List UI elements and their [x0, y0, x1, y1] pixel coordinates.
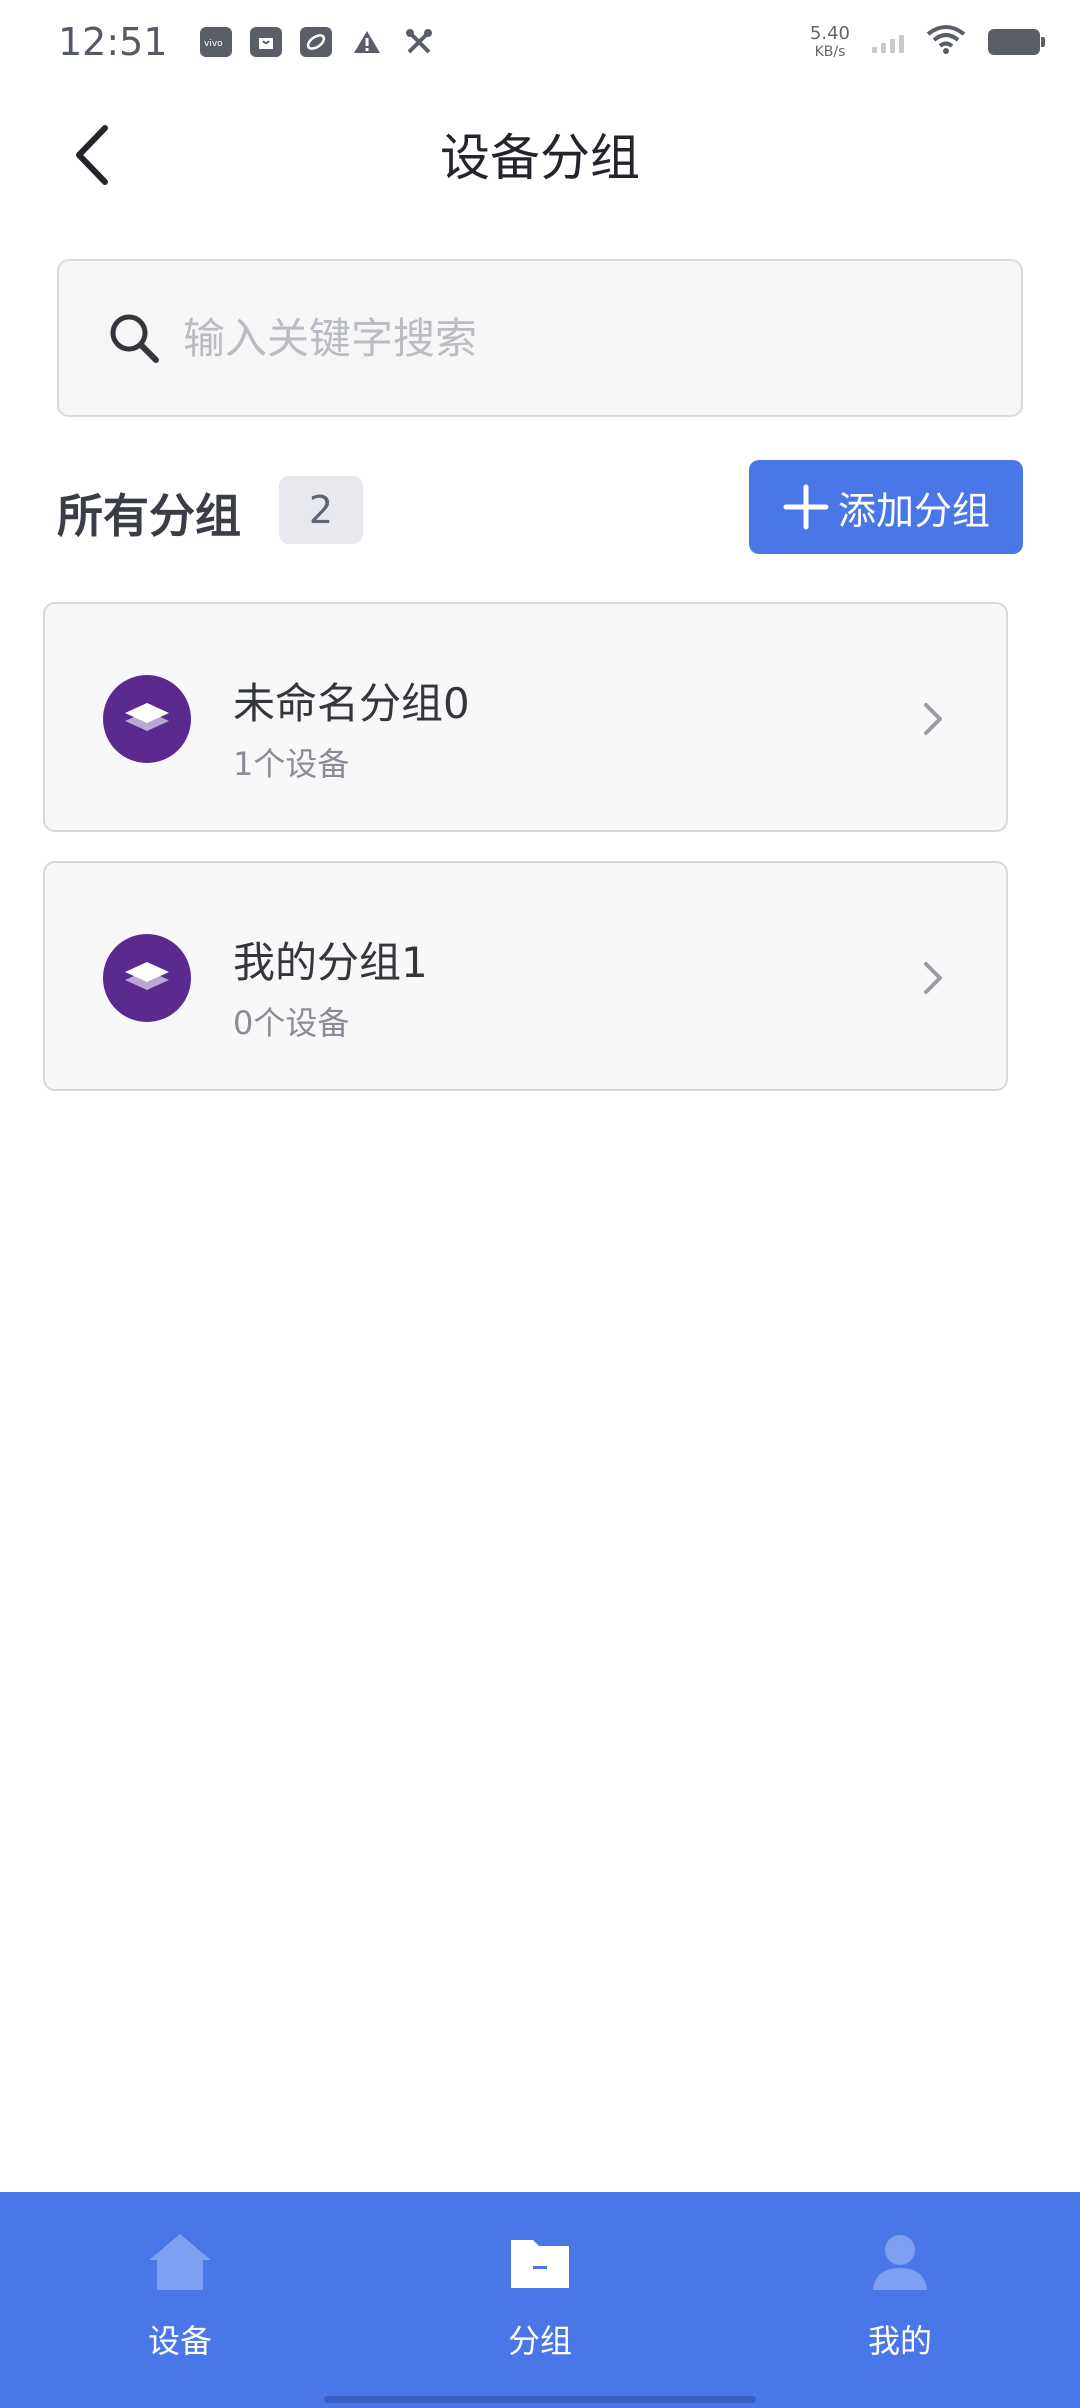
home-icon [149, 2234, 211, 2290]
sync-icon [299, 27, 332, 57]
chevron-right-icon [924, 703, 942, 735]
group-card[interactable]: 未命名分组0 1个设备 [43, 602, 1008, 832]
wifi-icon [926, 24, 966, 60]
status-bar: 12:51 vivo 5.40 KB/s [0, 0, 1080, 84]
plus-icon [783, 484, 829, 530]
group-card[interactable]: 我的分组1 0个设备 [43, 861, 1008, 1091]
nav-item-groups[interactable]: 分组 [360, 2192, 720, 2408]
vivo-icon: vivo [199, 27, 232, 57]
folder-icon [511, 2240, 569, 2288]
groups-section-title: 所有分组 [57, 489, 241, 543]
network-speed-value: 5.40 [809, 23, 850, 44]
nav-label: 我的 [867, 2322, 932, 2360]
search-input[interactable] [183, 313, 963, 363]
tools-icon [402, 27, 436, 57]
home-indicator[interactable] [324, 2396, 756, 2403]
user-icon [873, 2235, 927, 2290]
chevron-right-icon [924, 962, 942, 994]
groups-section-header: 所有分组 2 添加分组 [57, 460, 1023, 554]
group-device-count: 1个设备 [233, 745, 350, 783]
group-name: 我的分组1 [233, 938, 428, 987]
group-device-count: 0个设备 [233, 1004, 350, 1042]
svg-text:vivo: vivo [204, 39, 223, 48]
status-left: 12:51 vivo [58, 20, 436, 64]
group-name: 未命名分组0 [233, 679, 470, 728]
add-group-button[interactable]: 添加分组 [749, 460, 1023, 554]
warning-icon [350, 27, 384, 57]
nav-label: 分组 [507, 2322, 572, 2360]
signal-icon [872, 31, 904, 53]
search-icon [110, 314, 159, 363]
nav-item-profile[interactable]: 我的 [720, 2192, 1080, 2408]
status-right: 5.40 KB/s [809, 23, 1045, 60]
nav-item-devices[interactable]: 设备 [0, 2192, 360, 2408]
app-header: 设备分组 [0, 100, 1080, 210]
bag-icon [249, 27, 282, 57]
search-box[interactable] [57, 259, 1023, 417]
bottom-nav: 设备 分组 我的 [0, 2192, 1080, 2408]
add-group-label: 添加分组 [837, 488, 990, 533]
page-title: 设备分组 [440, 129, 640, 187]
app-screen: 12:51 vivo 5.40 KB/s 设备分组 输入关键字搜索 所有分组 2… [0, 0, 1080, 2408]
layers-icon [103, 934, 191, 1022]
nav-label: 设备 [147, 2322, 212, 2360]
groups-count-badge: 2 [279, 476, 363, 544]
network-speed-unit: KB/s [814, 44, 846, 60]
network-speed: 5.40 KB/s [809, 23, 850, 60]
battery-icon [988, 29, 1045, 55]
status-time: 12:51 [58, 20, 168, 64]
layers-icon [103, 675, 191, 763]
